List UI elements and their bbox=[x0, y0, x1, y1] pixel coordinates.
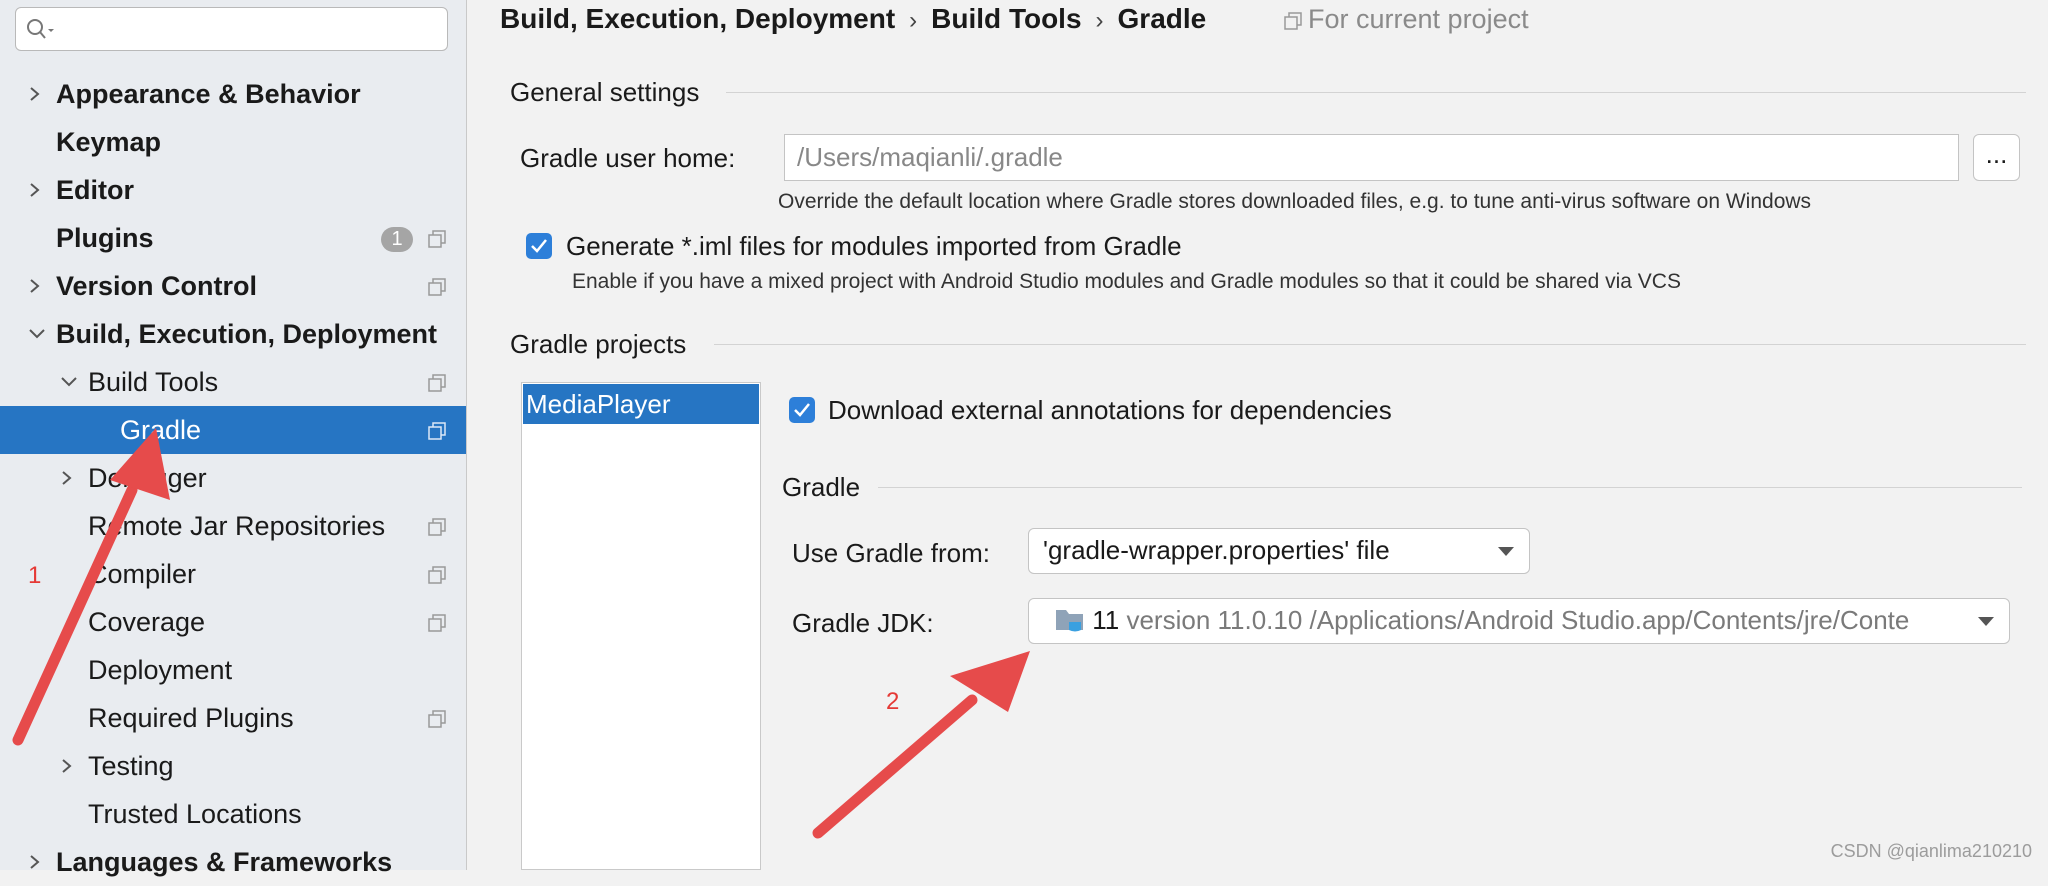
watermark: CSDN @qianlima210210 bbox=[1830, 841, 2032, 861]
annotation-number: 1 bbox=[28, 562, 42, 589]
annotation-number: 2 bbox=[886, 688, 900, 715]
annotation-arrow-2 bbox=[812, 651, 1030, 839]
annotation-arrows bbox=[12, 428, 1030, 839]
